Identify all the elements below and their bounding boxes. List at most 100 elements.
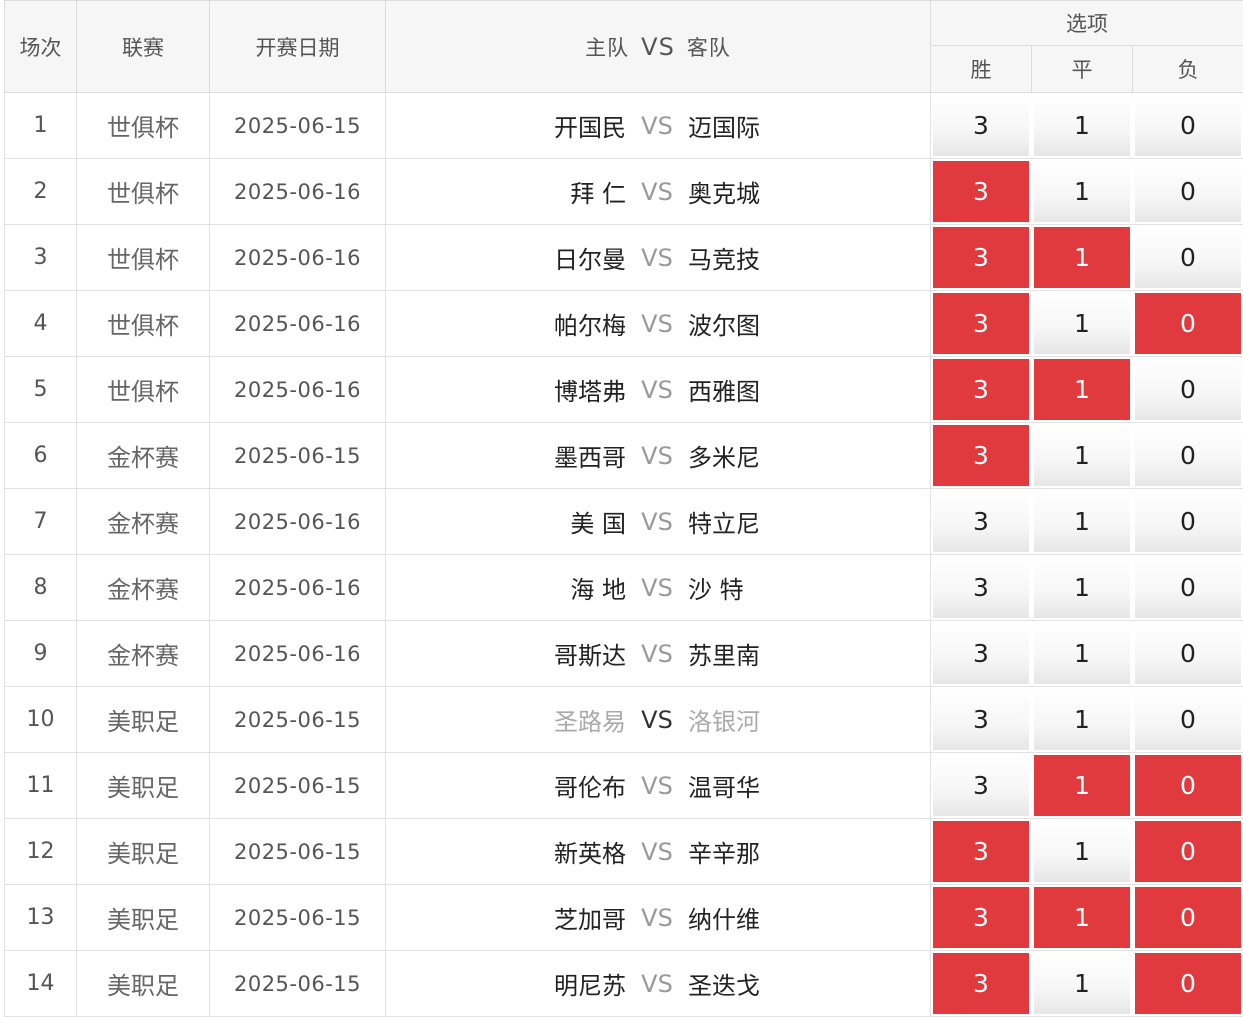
option-win-button[interactable]: 3 (933, 887, 1029, 948)
option-lose-button[interactable]: 0 (1135, 491, 1241, 552)
row-match: 哥伦布VS温哥华 (386, 753, 931, 819)
home-team: 帕尔梅 (386, 306, 626, 341)
option-cell-win: 3 (931, 819, 1032, 885)
option-draw-button[interactable]: 1 (1034, 821, 1130, 882)
option-win-button[interactable]: 3 (933, 953, 1029, 1014)
table-body: 1世俱杯2025-06-15开国民VS迈国际3102世俱杯2025-06-16拜… (5, 93, 1243, 1017)
table-row: 5世俱杯2025-06-16博塔弗VS西雅图310 (5, 357, 1243, 423)
option-draw-button[interactable]: 1 (1034, 689, 1130, 750)
option-win-button[interactable]: 3 (933, 623, 1029, 684)
vs-label: VS (626, 838, 688, 866)
row-match: 拜 仁VS奥克城 (386, 159, 931, 225)
option-win-button[interactable]: 3 (933, 557, 1029, 618)
vs-label: VS (626, 574, 688, 602)
row-date: 2025-06-15 (210, 819, 386, 885)
header-match: 主队VS客队 (386, 1, 931, 93)
option-lose-button[interactable]: 0 (1135, 161, 1241, 222)
option-win-button[interactable]: 3 (933, 161, 1029, 222)
home-team: 哥斯达 (386, 636, 626, 671)
option-win-button[interactable]: 3 (933, 227, 1029, 288)
option-draw-button[interactable]: 1 (1034, 491, 1130, 552)
option-win-button[interactable]: 3 (933, 425, 1029, 486)
option-cell-draw: 1 (1032, 687, 1133, 753)
away-team: 洛银河 (688, 702, 760, 737)
table-row: 12美职足2025-06-15新英格VS辛辛那310 (5, 819, 1243, 885)
option-cell-draw: 1 (1032, 489, 1133, 555)
option-cell-draw: 1 (1032, 159, 1133, 225)
option-lose-button[interactable]: 0 (1135, 95, 1241, 156)
row-league: 美职足 (77, 753, 210, 819)
row-match: 博塔弗VS西雅图 (386, 357, 931, 423)
vs-label: VS (626, 310, 688, 338)
table-row: 9金杯赛2025-06-16哥斯达VS苏里南310 (5, 621, 1243, 687)
row-match: 芝加哥VS纳什维 (386, 885, 931, 951)
option-lose-button[interactable]: 0 (1135, 821, 1241, 882)
option-lose-button[interactable]: 0 (1135, 293, 1241, 354)
option-cell-lose: 0 (1133, 885, 1243, 951)
vs-label: VS (626, 244, 688, 272)
option-draw-button[interactable]: 1 (1034, 425, 1130, 486)
row-date: 2025-06-16 (210, 489, 386, 555)
vs-label: VS (626, 178, 688, 206)
option-cell-lose: 0 (1133, 93, 1243, 159)
option-win-button[interactable]: 3 (933, 359, 1029, 420)
row-league: 金杯赛 (77, 423, 210, 489)
option-draw-button[interactable]: 1 (1034, 95, 1130, 156)
option-cell-draw: 1 (1032, 423, 1133, 489)
row-match: 开国民VS迈国际 (386, 93, 931, 159)
row-match: 圣路易VS洛银河 (386, 687, 931, 753)
option-cell-win: 3 (931, 951, 1032, 1017)
option-win-button[interactable]: 3 (933, 491, 1029, 552)
home-team: 明尼苏 (386, 966, 626, 1001)
row-league: 世俱杯 (77, 93, 210, 159)
option-lose-button[interactable]: 0 (1135, 557, 1241, 618)
option-lose-button[interactable]: 0 (1135, 227, 1241, 288)
option-cell-win: 3 (931, 555, 1032, 621)
header-options: 选项 (931, 1, 1243, 46)
option-lose-button[interactable]: 0 (1135, 425, 1241, 486)
row-match: 明尼苏VS圣迭戈 (386, 951, 931, 1017)
row-league: 美职足 (77, 687, 210, 753)
option-cell-lose: 0 (1133, 291, 1243, 357)
row-index: 6 (5, 423, 77, 489)
home-team: 博塔弗 (386, 372, 626, 407)
row-league: 金杯赛 (77, 555, 210, 621)
option-win-button[interactable]: 3 (933, 95, 1029, 156)
option-draw-button[interactable]: 1 (1034, 887, 1130, 948)
row-index: 11 (5, 753, 77, 819)
option-draw-button[interactable]: 1 (1034, 161, 1130, 222)
option-lose-button[interactable]: 0 (1135, 623, 1241, 684)
header-home: 主队 (585, 36, 629, 60)
option-win-button[interactable]: 3 (933, 821, 1029, 882)
option-draw-button[interactable]: 1 (1034, 557, 1130, 618)
row-index: 10 (5, 687, 77, 753)
option-lose-button[interactable]: 0 (1135, 953, 1241, 1014)
option-draw-button[interactable]: 1 (1034, 623, 1130, 684)
option-lose-button[interactable]: 0 (1135, 887, 1241, 948)
option-win-button[interactable]: 3 (933, 755, 1029, 816)
option-cell-win: 3 (931, 291, 1032, 357)
option-win-button[interactable]: 3 (933, 293, 1029, 354)
away-team: 沙 特 (688, 570, 744, 605)
option-cell-draw: 1 (1032, 291, 1133, 357)
option-draw-button[interactable]: 1 (1034, 359, 1130, 420)
option-draw-button[interactable]: 1 (1034, 755, 1130, 816)
option-lose-button[interactable]: 0 (1135, 755, 1241, 816)
option-lose-button[interactable]: 0 (1135, 689, 1241, 750)
match-table: 场次 联赛 开赛日期 主队VS客队 选项 胜 平 负 1世俱杯2025-06-1… (4, 0, 1243, 1017)
option-cell-lose: 0 (1133, 819, 1243, 885)
option-draw-button[interactable]: 1 (1034, 227, 1130, 288)
option-lose-button[interactable]: 0 (1135, 359, 1241, 420)
table-row: 1世俱杯2025-06-15开国民VS迈国际310 (5, 93, 1243, 159)
home-team: 日尔曼 (386, 240, 626, 275)
option-draw-button[interactable]: 1 (1034, 953, 1130, 1014)
option-cell-lose: 0 (1133, 357, 1243, 423)
row-league: 世俱杯 (77, 159, 210, 225)
header-idx: 场次 (5, 1, 77, 93)
option-cell-win: 3 (931, 93, 1032, 159)
home-team: 海 地 (386, 570, 626, 605)
option-draw-button[interactable]: 1 (1034, 293, 1130, 354)
row-index: 1 (5, 93, 77, 159)
option-cell-lose: 0 (1133, 225, 1243, 291)
option-win-button[interactable]: 3 (933, 689, 1029, 750)
